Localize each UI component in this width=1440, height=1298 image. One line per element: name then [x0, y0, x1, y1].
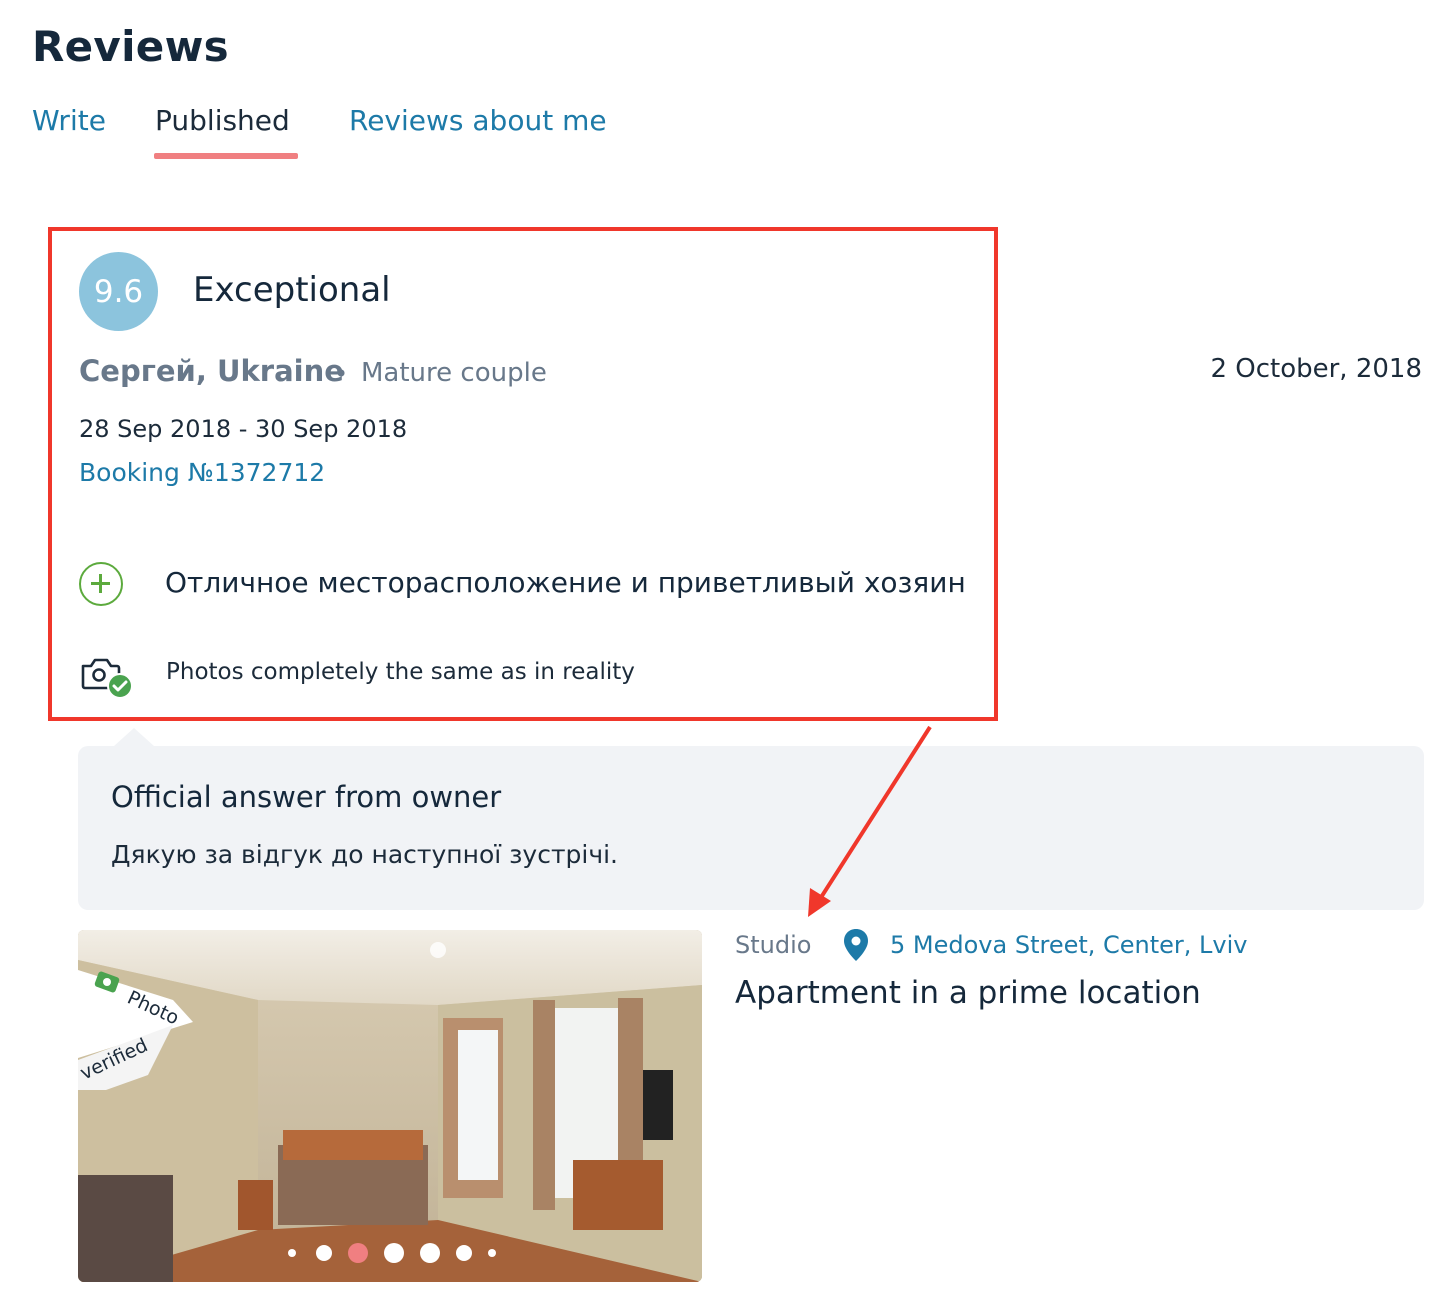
carousel-dots: [283, 1242, 498, 1264]
annotation-highlight-box: [48, 227, 998, 721]
tab-write[interactable]: Write: [32, 104, 106, 137]
review-date: 2 October, 2018: [1210, 354, 1422, 384]
carousel-dot[interactable]: [288, 1249, 296, 1257]
location-pin-icon: [843, 928, 869, 962]
photo-verified-badge: Photo verified: [78, 970, 203, 1100]
property-type: Studio: [735, 931, 812, 959]
owner-answer-title: Official answer from owner: [111, 780, 502, 814]
owner-answer-box: [78, 746, 1424, 910]
tab-reviews-about-me[interactable]: Reviews about me: [349, 104, 607, 137]
carousel-dot[interactable]: [488, 1249, 496, 1257]
active-tab-indicator: [154, 153, 298, 159]
page-title: Reviews: [32, 22, 229, 71]
answer-bubble-tail: [114, 728, 154, 746]
owner-answer-text: Дякую за відгук до наступної зустрічі.: [111, 840, 619, 869]
carousel-dot[interactable]: [456, 1245, 472, 1261]
carousel-dot[interactable]: [420, 1243, 440, 1263]
carousel-dot[interactable]: [384, 1243, 404, 1263]
tab-published[interactable]: Published: [155, 104, 290, 137]
carousel-dot[interactable]: [348, 1243, 368, 1263]
property-address-link[interactable]: 5 Medova Street, Center, Lviv: [890, 931, 1248, 959]
property-photo[interactable]: Photo verified: [78, 930, 702, 1282]
carousel-dot[interactable]: [316, 1245, 332, 1261]
property-name[interactable]: Apartment in a prime location: [735, 975, 1201, 1011]
